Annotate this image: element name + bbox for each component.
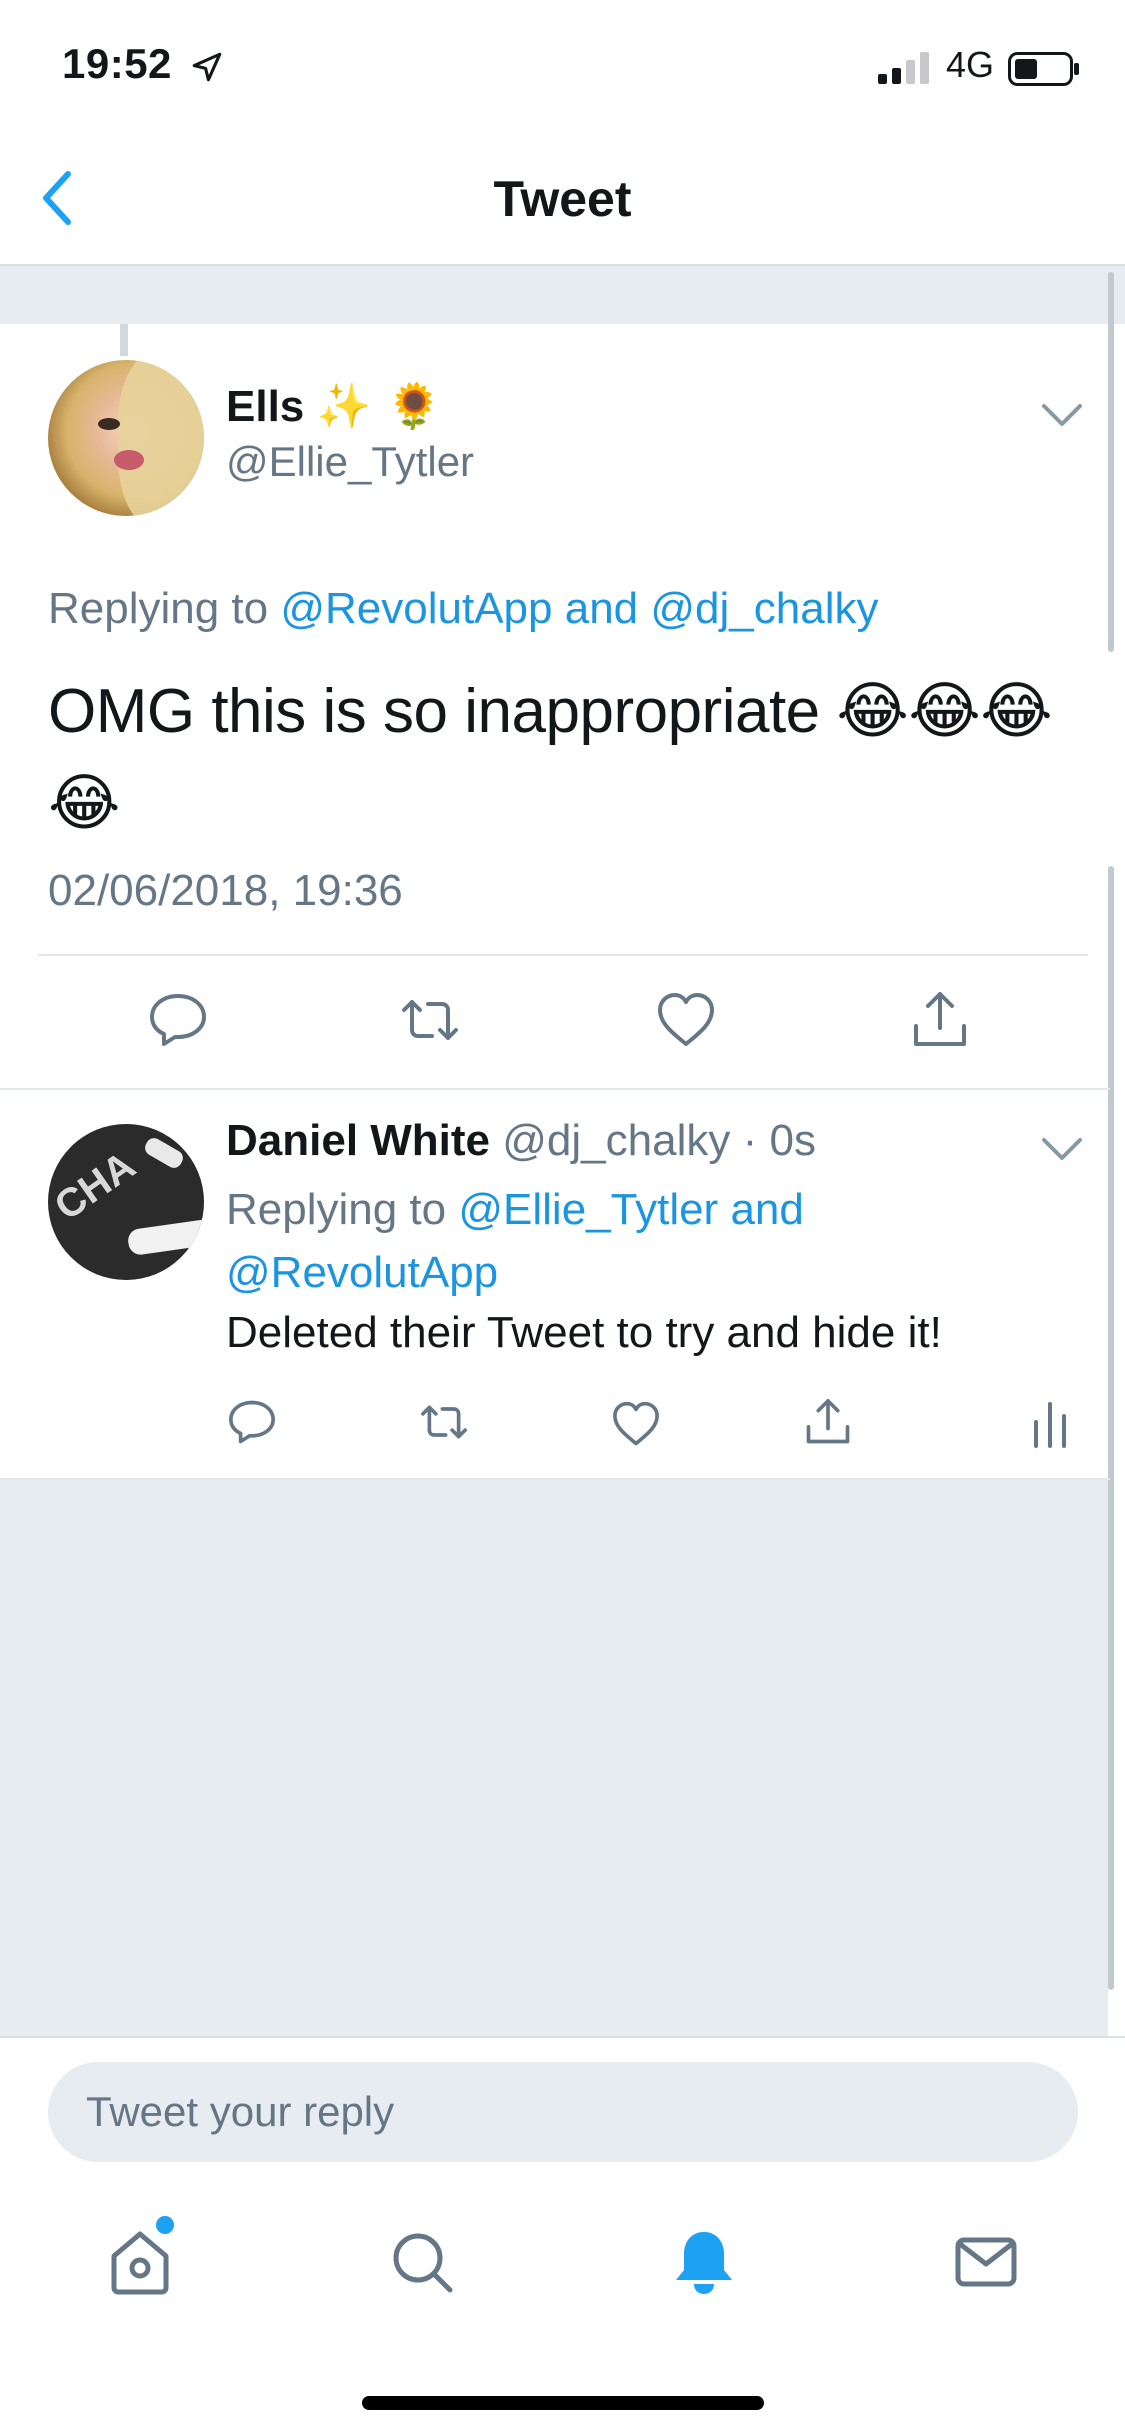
divider (0, 1088, 1110, 1090)
scrollbar-thumb-lower[interactable] (1108, 866, 1114, 1990)
user-handle[interactable]: @Ellie_Tytler (226, 438, 474, 486)
retweet-icon[interactable] (418, 1396, 470, 1448)
reply-header: Daniel White @dj_chalky · 0s (226, 1116, 816, 1166)
like-icon[interactable] (610, 1398, 662, 1450)
avatar[interactable] (48, 360, 204, 516)
divider (38, 954, 1088, 956)
battery-icon (1008, 52, 1079, 86)
replying-to: Replying to @RevolutApp and @dj_chalky (48, 584, 878, 634)
display-name[interactable]: Ells ✨ 🌻 (226, 380, 441, 432)
thread-gap (0, 266, 1125, 324)
reply-display-name[interactable]: Daniel White (226, 1116, 490, 1165)
tweet-timestamp: 02/06/2018, 19:36 (48, 866, 403, 915)
signal-bars-icon (878, 52, 929, 84)
reply-input[interactable] (48, 2062, 1078, 2162)
reply-avatar[interactable]: CHA (48, 1124, 204, 1280)
notifications-icon[interactable] (668, 2226, 740, 2298)
name-emoji: ✨ 🌻 (316, 381, 442, 432)
network-label: 4G (946, 44, 995, 85)
home-indicator[interactable] (362, 2396, 764, 2410)
reply-handle-time[interactable]: @dj_chalky · 0s (502, 1116, 816, 1165)
replying-links[interactable]: @RevolutApp and @dj_chalky (280, 584, 878, 633)
share-icon[interactable] (908, 988, 972, 1052)
page-title: Tweet (493, 171, 632, 227)
reply-text: Deleted their Tweet to try and hide it! (226, 1308, 942, 1357)
analytics-icon[interactable] (1026, 1398, 1078, 1450)
display-name-text: Ells (226, 382, 305, 431)
empty-area (0, 1480, 1108, 2036)
reply-replying-prefix: Replying to (226, 1185, 459, 1234)
thread-connector (120, 324, 128, 356)
like-icon[interactable] (654, 988, 718, 1052)
chevron-down-icon[interactable] (1040, 1134, 1084, 1164)
composer-divider (0, 2036, 1125, 2038)
replying-prefix: Replying to (48, 584, 281, 633)
status-time: 19:52 (62, 40, 172, 87)
home-notification-dot (156, 2216, 174, 2234)
reply-replying-to: Replying to @Ellie_Tytler and @RevolutAp… (226, 1178, 986, 1304)
scrollbar-thumb[interactable] (1108, 272, 1114, 652)
share-icon[interactable] (802, 1396, 854, 1448)
chevron-down-icon[interactable] (1040, 400, 1084, 430)
home-icon[interactable] (104, 2226, 176, 2298)
tweet-text: OMG this is so inappropriate 😂😂😂 😂 (48, 677, 1053, 838)
messages-icon[interactable] (950, 2226, 1022, 2298)
reply-icon[interactable] (146, 988, 210, 1052)
search-icon[interactable] (386, 2226, 458, 2298)
retweet-icon[interactable] (398, 988, 462, 1052)
location-arrow-icon (192, 52, 222, 82)
reply-icon[interactable] (226, 1396, 278, 1448)
